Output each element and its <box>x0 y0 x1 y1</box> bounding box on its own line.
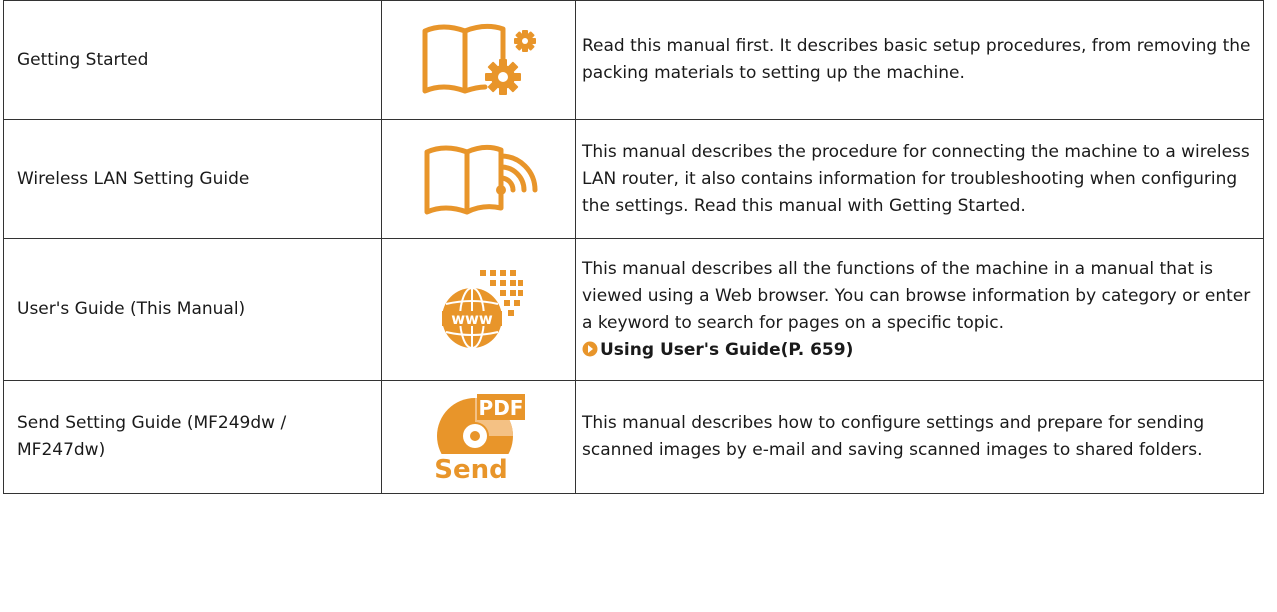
manual-name: User's Guide (This Manual) <box>3 238 382 381</box>
pdf-send-icon: PDF Send <box>434 394 525 482</box>
table-row: Wireless LAN Setting Guide This manual d… <box>3 119 1264 239</box>
manual-description: This manual describes all the functions … <box>582 258 1251 333</box>
table-row: Getting Started Read this manual first. … <box>3 0 1264 120</box>
link-text[interactable]: Using User's Guide(P. 659) <box>600 340 853 360</box>
book-gears-icon <box>422 23 536 95</box>
manual-name: Send Setting Guide (MF249dw / MF247dw) <box>3 380 382 494</box>
using-users-guide-link[interactable]: Using User's Guide(P. 659) <box>582 340 853 360</box>
pdf-label: PDF <box>478 396 523 420</box>
svg-text:www: www <box>451 310 493 328</box>
manuals-table: Getting Started Read this manual first. … <box>3 0 1264 494</box>
arrow-circle-icon <box>582 341 598 356</box>
manual-description: This manual describes the procedure for … <box>575 119 1264 239</box>
manual-name: Wireless LAN Setting Guide <box>3 119 382 239</box>
www-globe-icon: www <box>441 269 523 349</box>
manual-description: This manual describes how to configure s… <box>575 380 1264 494</box>
table-row: Send Setting Guide (MF249dw / MF247dw) P… <box>3 380 1264 494</box>
manual-description: Read this manual first. It describes bas… <box>575 0 1264 120</box>
manual-name: Getting Started <box>3 0 382 120</box>
send-label: Send <box>434 455 507 482</box>
table-row: User's Guide (This Manual) www This manu… <box>3 238 1264 381</box>
book-wireless-icon <box>424 144 537 215</box>
